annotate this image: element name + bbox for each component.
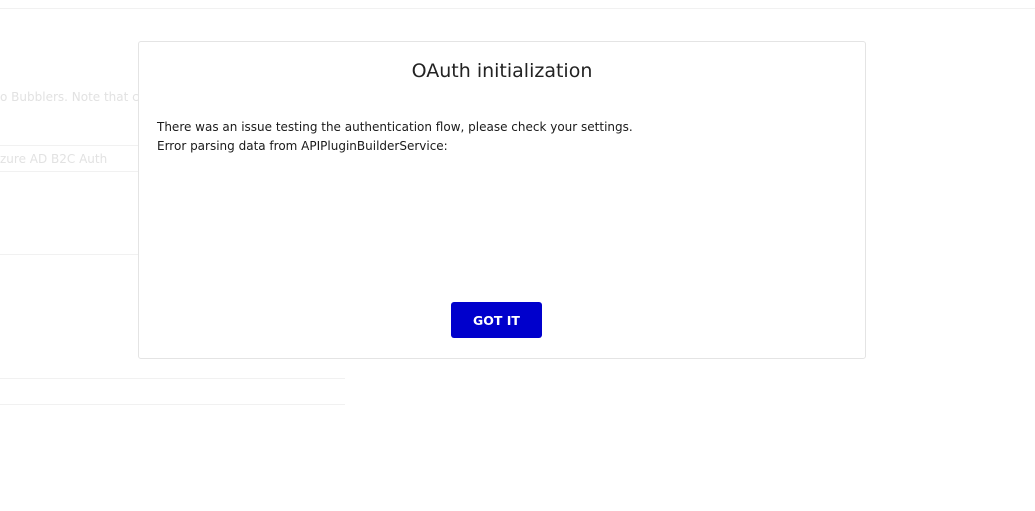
- oauth-dialog: OAuth initialization There was an issue …: [138, 41, 866, 359]
- background-divider: [0, 145, 138, 146]
- background-divider: [0, 404, 345, 405]
- dialog-title: OAuth initialization: [411, 60, 593, 82]
- background-divider: [0, 171, 138, 172]
- message-line: Error parsing data from APIPluginBuilder…: [157, 139, 448, 153]
- dialog-message: There was an issue testing the authentic…: [157, 118, 633, 156]
- message-line: There was an issue testing the authentic…: [157, 120, 633, 134]
- background-description: o Bubblers. Note that ch: [0, 90, 138, 104]
- background-divider: [0, 8, 1035, 9]
- background-divider: [0, 254, 138, 255]
- background-divider: [0, 378, 345, 379]
- got-it-button[interactable]: GOT IT: [451, 302, 542, 338]
- background-plugin-name: zure AD B2C Auth: [0, 152, 108, 166]
